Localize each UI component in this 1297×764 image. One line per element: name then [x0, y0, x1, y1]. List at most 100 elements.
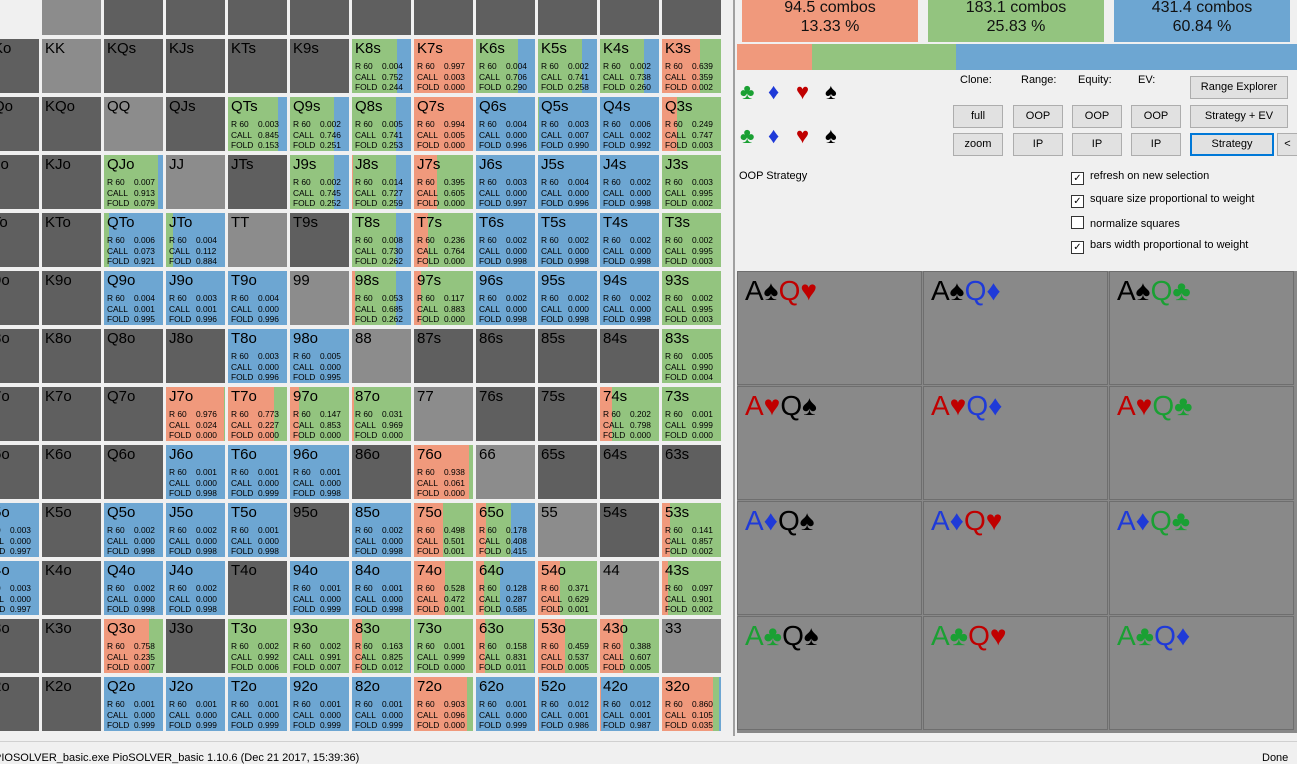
hand-cell[interactable]: Q5oR 600.002CALL0.000FOLD0.998 [103, 502, 164, 558]
hand-cell[interactable]: 62oR 600.001CALL0.000FOLD0.999 [475, 676, 536, 732]
hand-cell[interactable]: T5sR 600.002CALL0.000FOLD0.998 [537, 212, 598, 268]
hand-cell[interactable]: 64s [599, 444, 660, 500]
hand-cell[interactable]: J3o [165, 618, 226, 674]
hand-cell[interactable]: T7sR 600.236CALL0.764FOLD0.000 [413, 212, 474, 268]
hand-cell[interactable]: K4o [41, 560, 102, 616]
hand-cell[interactable]: Q8o [103, 328, 164, 384]
hand-cell[interactable]: 42oR 600.012CALL0.001FOLD0.987 [599, 676, 660, 732]
hand-cell[interactable]: A5s [599, 0, 660, 36]
checkbox-box[interactable] [1071, 216, 1084, 229]
hand-cell[interactable]: J6sR 600.003CALL0.000FOLD0.997 [475, 154, 536, 210]
hand-cell[interactable]: A9s [351, 0, 412, 36]
hand-cell[interactable]: J4oR 600.002CALL0.000FOLD0.998 [165, 560, 226, 616]
hand-cell[interactable]: KJo [41, 154, 102, 210]
hand-cell[interactable]: JJ [165, 154, 226, 210]
hand-cell[interactable]: A9o [0, 270, 40, 326]
hand-cell[interactable]: T8oR 600.003CALL0.000FOLD0.996 [227, 328, 288, 384]
hand-cell[interactable]: 52oR 600.012CALL0.001FOLD0.986 [537, 676, 598, 732]
hand-cell[interactable]: 54oR 600.371CALL0.629FOLD0.001 [537, 560, 598, 616]
hand-cell[interactable]: 94sR 600.002CALL0.000FOLD0.998 [599, 270, 660, 326]
hand-cell[interactable]: Q6o [103, 444, 164, 500]
hand-cell[interactable]: T4sR 600.002CALL0.000FOLD0.998 [599, 212, 660, 268]
combo-cell[interactable]: A♥Q♠ [737, 386, 922, 500]
hand-cell[interactable]: T3oR 600.002CALL0.992FOLD0.006 [227, 618, 288, 674]
ev-oop-button[interactable]: OOP [1131, 105, 1181, 128]
hand-cell[interactable]: T7oR 600.773CALL0.227FOLD0.000 [227, 386, 288, 442]
hand-cell[interactable]: 84s [599, 328, 660, 384]
hand-cell[interactable]: 86o [351, 444, 412, 500]
heart-icon[interactable]: ♥ [796, 80, 809, 104]
combo-cell[interactable]: A♦Q♥ [923, 501, 1108, 615]
checkbox-box[interactable]: ✓ [1071, 241, 1084, 254]
hand-cell[interactable]: A5oR 600.003CALL0.000FOLD0.997 [0, 502, 40, 558]
hand-cell[interactable]: Q9oR 600.004CALL0.001FOLD0.995 [103, 270, 164, 326]
range-ip-button[interactable]: IP [1013, 133, 1063, 156]
hand-cell[interactable]: 87s [413, 328, 474, 384]
hand-cell[interactable]: J7sR 600.395CALL0.605FOLD0.000 [413, 154, 474, 210]
hand-cell[interactable]: KTo [41, 212, 102, 268]
hand-cell[interactable]: J7oR 600.976CALL0.024FOLD0.000 [165, 386, 226, 442]
hand-cell[interactable]: AQo [0, 96, 40, 152]
hand-cell[interactable]: TT [227, 212, 288, 268]
hand-cell[interactable]: QTsR 600.003CALL0.845FOLD0.153 [227, 96, 288, 152]
hand-cell[interactable]: JTs [227, 154, 288, 210]
hand-cell[interactable]: 43oR 600.388CALL0.607FOLD0.005 [599, 618, 660, 674]
combo-cell[interactable]: A♣Q♥ [923, 616, 1108, 730]
hand-cell[interactable]: K4sR 600.002CALL0.738FOLD0.260 [599, 38, 660, 94]
hand-cell[interactable]: AKs [103, 0, 164, 36]
hand-cell[interactable]: T3sR 600.002CALL0.995FOLD0.003 [661, 212, 722, 268]
hand-cell[interactable]: K2o [41, 676, 102, 732]
combo-cell[interactable]: A♦Q♠ [737, 501, 922, 615]
bars-width-checkbox[interactable]: ✓bars width proportional to weight [1071, 239, 1248, 254]
combo-cell[interactable]: A♣Q♦ [1109, 616, 1294, 730]
hand-cell[interactable]: Q8sR 600.005CALL0.741FOLD0.253 [351, 96, 412, 152]
hand-cell[interactable]: 54s [599, 502, 660, 558]
hand-cell[interactable]: 95sR 600.002CALL0.000FOLD0.998 [537, 270, 598, 326]
hand-cell[interactable]: A8s [413, 0, 474, 36]
hand-cell[interactable]: KJs [165, 38, 226, 94]
hand-cell[interactable]: 55 [537, 502, 598, 558]
hand-cell[interactable]: 76s [475, 386, 536, 442]
range-explorer-button[interactable]: Range Explorer [1190, 76, 1288, 99]
hand-cell[interactable]: 88 [351, 328, 412, 384]
combo-cell[interactable]: A♣Q♠ [737, 616, 922, 730]
hand-cell[interactable]: J5oR 600.002CALL0.000FOLD0.998 [165, 502, 226, 558]
hand-cell[interactable]: 64oR 600.128CALL0.287FOLD0.585 [475, 560, 536, 616]
hand-cell[interactable]: 72oR 600.903CALL0.096FOLD0.000 [413, 676, 474, 732]
hand-cell[interactable]: 98oR 600.005CALL0.000FOLD0.995 [289, 328, 350, 384]
hand-cell[interactable]: AA [41, 0, 102, 36]
checkbox-box[interactable]: ✓ [1071, 195, 1084, 208]
hand-cell[interactable]: 87oR 600.031CALL0.969FOLD0.000 [351, 386, 412, 442]
hand-cell[interactable]: 96sR 600.002CALL0.000FOLD0.998 [475, 270, 536, 326]
hand-cell[interactable]: T9s [289, 212, 350, 268]
zoom-button[interactable]: zoom [953, 133, 1003, 156]
hand-cell[interactable]: K5sR 600.002CALL0.741FOLD0.258 [537, 38, 598, 94]
refresh-checkbox[interactable]: ✓refresh on new selection [1071, 170, 1209, 185]
hand-cell[interactable]: 53oR 600.459CALL0.537FOLD0.005 [537, 618, 598, 674]
hand-cell[interactable]: AJs [227, 0, 288, 36]
hand-cell[interactable]: Q7sR 600.994CALL0.005FOLD0.000 [413, 96, 474, 152]
hand-cell[interactable]: Q6sR 600.004CALL0.000FOLD0.996 [475, 96, 536, 152]
hand-cell[interactable]: T4o [227, 560, 288, 616]
combo-cell[interactable]: A♥Q♣ [1109, 386, 1294, 500]
hand-cell[interactable]: A4s [661, 0, 722, 36]
hand-cell[interactable]: T5oR 600.001CALL0.000FOLD0.998 [227, 502, 288, 558]
hand-cell[interactable]: 74oR 600.528CALL0.472FOLD0.001 [413, 560, 474, 616]
hand-cell[interactable]: A3o [0, 618, 40, 674]
range-oop-button[interactable]: OOP [1013, 105, 1063, 128]
strategy-button[interactable]: Strategy [1190, 133, 1274, 156]
hand-cell[interactable]: J5sR 600.004CALL0.000FOLD0.996 [537, 154, 598, 210]
hand-cell[interactable]: QQ [103, 96, 164, 152]
hand-cell[interactable]: 76oR 600.938CALL0.061FOLD0.000 [413, 444, 474, 500]
combo-cell[interactable]: A♠Q♦ [923, 271, 1108, 385]
collapse-button[interactable]: < [1277, 133, 1297, 156]
hand-cell[interactable]: 98sR 600.053CALL0.685FOLD0.262 [351, 270, 412, 326]
spade-icon[interactable]: ♠ [825, 80, 837, 104]
hand-cell[interactable]: KQo [41, 96, 102, 152]
hand-cell[interactable]: 65oR 600.178CALL0.408FOLD0.415 [475, 502, 536, 558]
hand-cell[interactable]: 97sR 600.117CALL0.883FOLD0.000 [413, 270, 474, 326]
hand-cell[interactable]: K6o [41, 444, 102, 500]
hand-cell[interactable]: 93sR 600.002CALL0.995FOLD0.003 [661, 270, 722, 326]
equity-ip-button[interactable]: IP [1072, 133, 1122, 156]
hand-cell[interactable]: K5o [41, 502, 102, 558]
